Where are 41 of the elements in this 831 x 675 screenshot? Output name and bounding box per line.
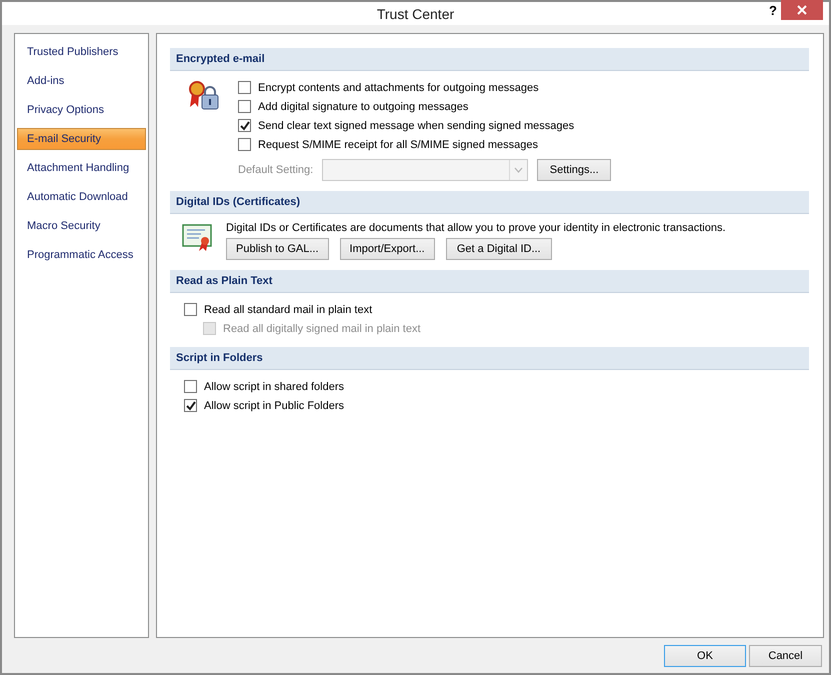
ok-button[interactable]: OK (664, 645, 746, 667)
checkbox[interactable] (184, 380, 197, 393)
checkbox-label: Add digital signature to outgoing messages (258, 100, 468, 112)
sidebar-item[interactable]: E-mail Security (17, 128, 146, 150)
checkbox-label: Request S/MIME receipt for all S/MIME signed messages (258, 138, 538, 150)
checkbox[interactable] (238, 138, 251, 151)
sidebar-item[interactable]: Macro Security (17, 215, 146, 237)
window-title: Trust Center (376, 6, 454, 22)
field-label: Default Setting: (238, 164, 314, 176)
cancel-button[interactable]: Cancel (749, 645, 822, 667)
checkbox-label: Read all digitally signed mail in plain text (223, 322, 420, 334)
sidebar-item[interactable]: Automatic Download (17, 186, 146, 208)
action-button[interactable]: Get a Digital ID... (446, 238, 552, 260)
checkbox-label: Send clear text signed message when sending signed messages (258, 120, 574, 132)
checkbox-label: Encrypt contents and attachments for outgoing messages (258, 82, 539, 94)
checkbox[interactable] (184, 303, 197, 316)
checkbox[interactable] (238, 119, 251, 132)
description-text: Digital IDs or Certificates are documents that allow you to prove your identity in electronic transactions. (226, 222, 727, 234)
checkbox[interactable] (238, 100, 251, 113)
checkbox-label: Allow script in Public Folders (204, 400, 344, 412)
section-header: Script in Folders (170, 347, 809, 370)
sidebar-item[interactable]: Programmatic Access (17, 244, 146, 266)
sidebar-item[interactable]: Attachment Handling (17, 157, 146, 179)
section-header: Read as Plain Text (170, 270, 809, 293)
checkbox[interactable] (238, 81, 251, 94)
checkbox-label: Read all standard mail in plain text (204, 304, 372, 316)
checkbox[interactable] (184, 399, 197, 412)
sidebar-item[interactable]: Trusted Publishers (17, 41, 146, 63)
close-button[interactable] (781, 0, 823, 20)
dropdown-field[interactable] (322, 159, 528, 181)
sidebar-item[interactable]: Add-ins (17, 70, 146, 92)
section-header: Digital IDs (Certificates) (170, 191, 809, 214)
certificate-icon (182, 224, 214, 252)
close-icon (797, 5, 807, 15)
section-header: Encrypted e-mail (170, 48, 809, 71)
sidebar-item[interactable]: Privacy Options (17, 99, 146, 121)
checkbox-label: Allow script in shared folders (204, 380, 344, 392)
help-button[interactable]: ? (769, 3, 777, 18)
action-button[interactable]: Publish to GAL... (226, 238, 329, 260)
action-button[interactable]: Import/Export... (340, 238, 435, 260)
ribbon-lock-icon (188, 81, 220, 111)
